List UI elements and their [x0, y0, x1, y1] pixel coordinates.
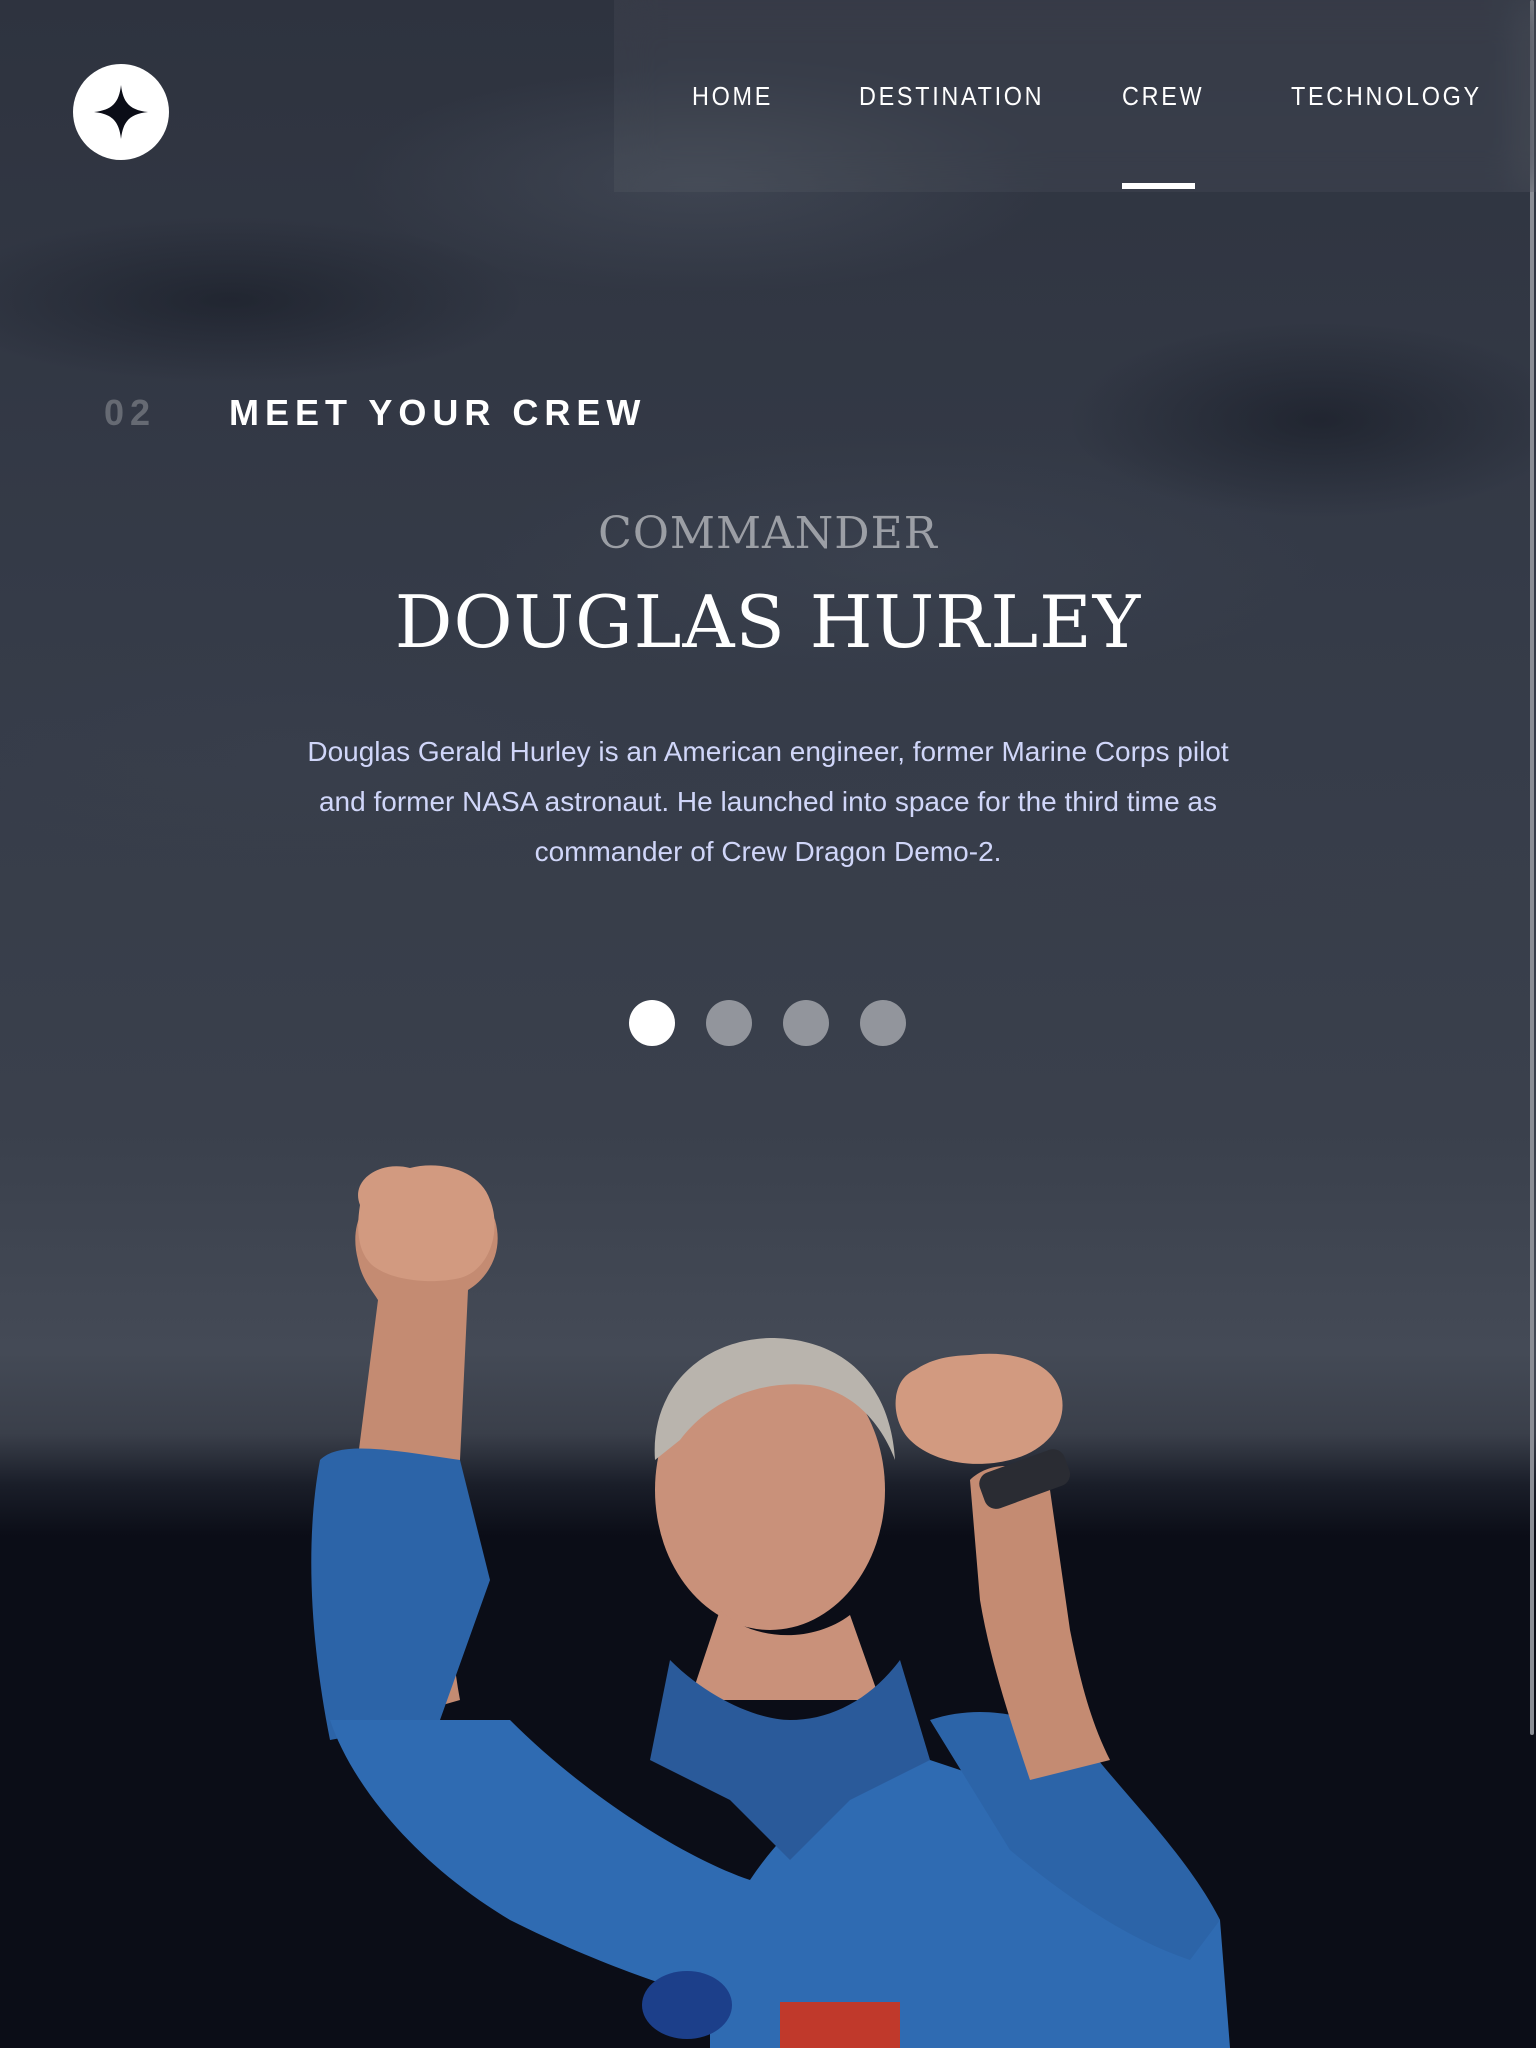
nav-technology-label: TECHNOLOGY: [1291, 80, 1482, 111]
nav-home-label: HOME: [692, 80, 773, 111]
crew-bio: Douglas Gerald Hurley is an American eng…: [307, 736, 1229, 867]
nav-crew-label: CREW: [1122, 80, 1205, 111]
section-title: MEET YOUR CREW: [229, 392, 647, 433]
site-logo[interactable]: [73, 64, 169, 160]
star-logo-icon: [94, 85, 148, 139]
scrollbar[interactable]: [1530, 0, 1534, 1735]
nav-home[interactable]: HOME: [692, 0, 770, 192]
crew-name: DOUGLAS HURLEY: [394, 580, 1142, 664]
nav-technology[interactable]: TECHNOLOGY: [1291, 0, 1479, 192]
crew-role: COMMANDER: [598, 508, 938, 559]
nav-crew[interactable]: CREW: [1122, 0, 1202, 192]
nav-destination[interactable]: DESTINATION: [859, 0, 1042, 192]
slide-dot-2[interactable]: [706, 1000, 752, 1046]
main-navigation: HOME DESTINATION CREW TECHNOLOGY: [614, 0, 1536, 192]
slide-dot-1[interactable]: [629, 1000, 675, 1046]
section-heading: 02 MEET YOUR CREW: [104, 392, 640, 434]
slide-dot-4[interactable]: [860, 1000, 906, 1046]
slide-dot-3[interactable]: [783, 1000, 829, 1046]
section-number: 02: [104, 392, 157, 433]
crew-member-photo: [311, 1165, 1230, 2048]
slide-indicators: [629, 1000, 906, 1046]
nav-destination-label: DESTINATION: [859, 80, 1045, 111]
